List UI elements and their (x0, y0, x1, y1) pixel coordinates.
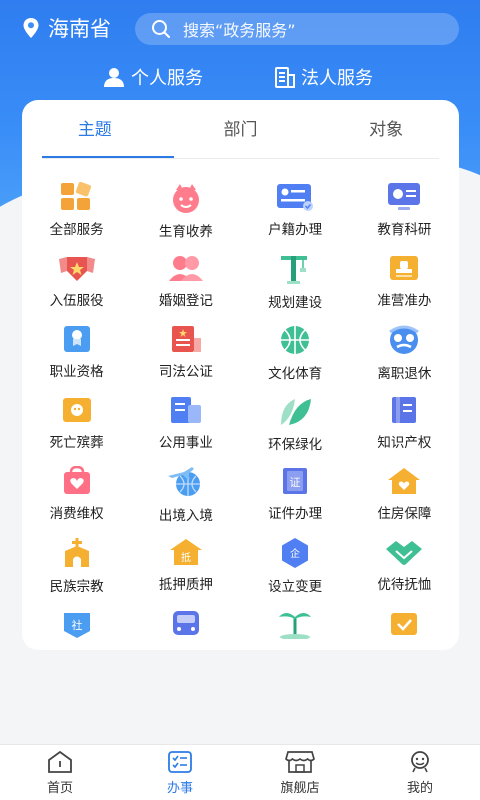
army-icon (58, 257, 95, 281)
service-type-tabs: 个人服务 法人服务 (0, 58, 480, 98)
couple-icon (168, 256, 203, 281)
funeral-icon (62, 398, 91, 422)
palm-tree-icon (279, 613, 312, 639)
location-selector[interactable]: 海南省 (22, 13, 111, 43)
leaf-icon (281, 399, 312, 425)
top-bar: 海南省 搜索“政务服务” (0, 0, 480, 56)
check-box-icon (391, 613, 418, 635)
baby-icon (172, 184, 199, 213)
grid-icon (60, 182, 91, 210)
location-label: 海南省 (48, 17, 111, 41)
utility-icon (170, 397, 201, 423)
service-item-business-permit[interactable]: 准营准办 (350, 253, 459, 309)
service-item-planning[interactable]: 规划建设 (241, 253, 350, 311)
nav-tasks[interactable]: 办事 (120, 745, 240, 800)
svg-text:证: 证 (290, 476, 301, 489)
service-item-notary[interactable]: 司法公证 (131, 324, 240, 380)
di-house-icon: 抵 (169, 539, 202, 565)
service-item-certificate[interactable]: 证 证件办理 (241, 466, 350, 522)
tabs-divider (42, 158, 439, 159)
tab-topic[interactable]: 主题 (22, 100, 168, 158)
building-icon (275, 67, 295, 88)
service-item-household[interactable]: 户籍办理 (241, 182, 350, 238)
church-icon (64, 538, 89, 567)
service-item-tourism[interactable] (241, 608, 350, 650)
monitor-icon (388, 183, 421, 210)
store-icon (285, 750, 315, 773)
service-item-mortgage[interactable]: 抵 抵押质押 (131, 537, 240, 593)
service-item-culture-sports[interactable]: 文化体育 (241, 324, 350, 382)
house-icon (388, 468, 421, 494)
svg-text:企: 企 (290, 547, 300, 560)
task-icon (168, 750, 192, 773)
bottom-navigation: 首页 办事 旗舰店 我的 (0, 744, 480, 800)
book-icon (392, 397, 417, 423)
service-item-intellectual-property[interactable]: 知识产权 (350, 395, 459, 451)
she-icon: 社 (63, 613, 90, 638)
location-pin-icon (23, 18, 39, 38)
certificate-icon (63, 326, 90, 352)
service-item-consumer-rights[interactable]: 消费维权 (22, 466, 131, 522)
service-item-immigration[interactable]: 出境入境 (131, 466, 240, 524)
service-item-military[interactable]: 入伍服役 (22, 253, 131, 309)
service-grid: 全部服务 生育收养 户籍办理 教育科研 入伍服役 婚姻登记 规划建设 准营准办 … (22, 182, 459, 650)
service-item-establishment-change[interactable]: 企 设立变更 (241, 537, 350, 595)
ball-icon (281, 326, 310, 354)
bus-icon (172, 611, 199, 635)
nav-profile[interactable]: 我的 (360, 745, 480, 800)
service-item-social-security[interactable]: 社 (22, 608, 131, 650)
service-card: 主题 部门 对象 全部服务 生育收养 户籍办理 教育科研 入伍服役 婚姻登记 规… (22, 100, 459, 650)
service-item-education[interactable]: 教育科研 (350, 182, 459, 238)
bag-heart-icon (63, 466, 90, 494)
service-item-public-utility[interactable]: 公用事业 (131, 395, 240, 451)
service-item-housing[interactable]: 住房保障 (350, 466, 459, 522)
profile-icon (411, 750, 429, 772)
service-item-retirement[interactable]: 离职退休 (350, 324, 459, 382)
service-item-marriage[interactable]: 婚姻登记 (131, 253, 240, 309)
category-tabs: 主题 部门 对象 (22, 100, 459, 158)
service-item-ethnic-religion[interactable]: 民族宗教 (22, 537, 131, 595)
search-bar[interactable]: 搜索“政务服务” (135, 13, 459, 45)
tab-target[interactable]: 对象 (313, 100, 459, 158)
search-icon (152, 20, 170, 38)
svg-text:抵: 抵 (181, 551, 191, 564)
service-item-preferential-care[interactable]: 优待抚恤 (350, 537, 459, 593)
search-placeholder: 搜索“政务服务” (183, 21, 296, 40)
home-icon (48, 750, 72, 773)
service-item-birth-adoption[interactable]: 生育收养 (131, 182, 240, 240)
service-item-professional-qualification[interactable]: 职业资格 (22, 324, 131, 380)
notary-icon (171, 326, 201, 352)
handshake-icon (386, 541, 423, 565)
zheng-icon: 证 (283, 468, 308, 494)
service-item-all[interactable]: 全部服务 (22, 182, 131, 238)
retiree-icon (389, 325, 420, 354)
crane-icon (281, 256, 308, 284)
service-item-environment[interactable]: 环保绿化 (241, 395, 350, 453)
nav-home[interactable]: 首页 (0, 745, 120, 800)
tab-legal-entity-service[interactable]: 法人服务 (275, 64, 373, 90)
plane-globe-icon (167, 467, 200, 496)
stamp-icon (390, 256, 419, 280)
nav-flagship-store[interactable]: 旗舰店 (240, 745, 360, 800)
service-item-verification[interactable] (350, 608, 459, 650)
tab-department[interactable]: 部门 (168, 100, 314, 158)
svg-text:社: 社 (71, 618, 82, 632)
id-card-icon (277, 184, 314, 211)
service-item-funeral[interactable]: 死亡殡葬 (22, 395, 131, 451)
tab-personal-service[interactable]: 个人服务 (103, 64, 203, 90)
person-icon (104, 68, 124, 87)
qi-hexagon-icon: 企 (282, 538, 309, 568)
service-item-transportation[interactable] (131, 608, 240, 650)
